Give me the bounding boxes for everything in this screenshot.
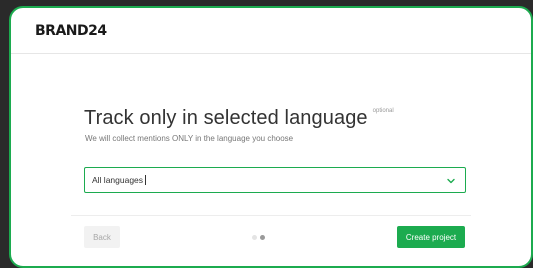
step-dot-2 xyxy=(260,235,265,240)
step-indicator xyxy=(252,235,265,240)
back-button[interactable]: Back xyxy=(84,226,120,248)
page-subtitle: We will collect mentions ONLY in the lan… xyxy=(85,134,294,143)
language-select-value: All languages xyxy=(92,174,147,186)
page-title: Track only in selected language xyxy=(84,107,368,129)
step-dot-1 xyxy=(252,235,257,240)
language-select-text: All languages xyxy=(92,174,144,185)
wizard-window: BRAND24 Track only in selected language … xyxy=(9,6,533,268)
text-caret xyxy=(145,175,147,186)
optional-label: optional xyxy=(372,108,394,114)
chevron-down-icon[interactable] xyxy=(446,176,456,186)
create-project-button[interactable]: Create project xyxy=(397,226,465,248)
top-bar: BRAND24 xyxy=(11,8,531,54)
language-select[interactable]: All languages xyxy=(84,167,466,193)
brand-logo[interactable]: BRAND24 xyxy=(35,23,107,39)
heading-row: Track only in selected language optional xyxy=(84,107,394,130)
footer-divider xyxy=(71,215,471,216)
